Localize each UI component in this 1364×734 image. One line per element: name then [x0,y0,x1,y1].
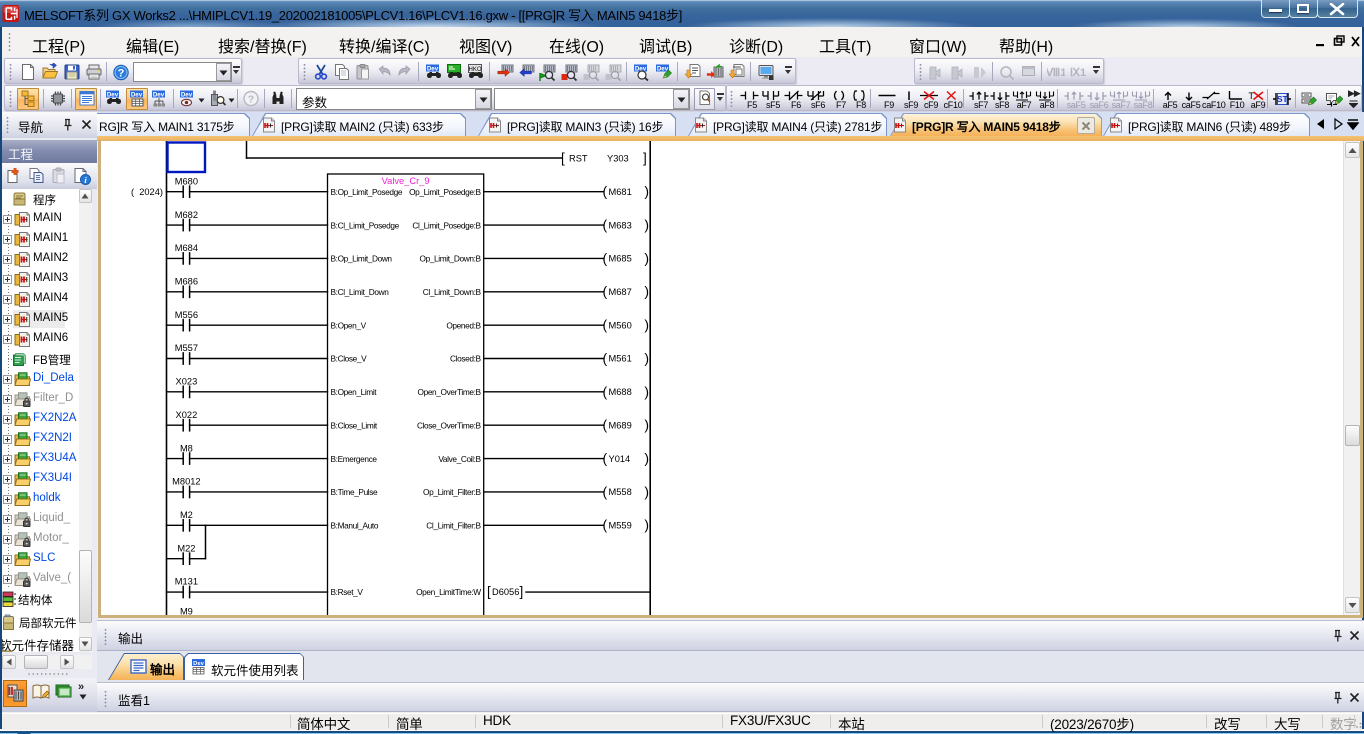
svg-text:B:Close_V: B:Close_V [331,353,368,363]
svg-text:): ) [644,283,649,299]
svg-text:[: [ [487,584,491,599]
svg-text:Dev: Dev [427,66,439,73]
svg-text:Closed:B: Closed:B [450,353,481,363]
svg-text:B:Open_Limit: B:Open_Limit [331,387,378,397]
svg-text:(: ( [603,416,608,432]
svg-text:): ) [644,316,649,332]
svg-text:): ) [644,416,649,432]
svg-text:(: ( [603,383,608,399]
svg-text:Op_Limit_Filter:B: Op_Limit_Filter:B [423,487,481,497]
svg-text:M557: M557 [175,343,198,353]
svg-text:M131: M131 [175,576,198,586]
svg-text:[: [ [561,150,565,165]
svg-text:M685: M685 [609,253,632,263]
svg-text:M688: M688 [609,387,632,397]
svg-text:M689: M689 [609,420,632,430]
svg-text:): ) [644,249,649,265]
svg-text:Opened:B: Opened:B [446,320,481,330]
svg-text:M684: M684 [175,243,198,253]
svg-text:B:Op_Limit_Posedge: B:Op_Limit_Posedge [331,186,403,196]
svg-text:(: ( [603,449,608,465]
svg-text:Valve_Coil:B: Valve_Coil:B [438,453,481,463]
svg-text:B:Time_Pulse: B:Time_Pulse [331,487,379,497]
svg-text:M8: M8 [180,443,193,453]
svg-text:M9: M9 [180,606,193,615]
svg-text:M560: M560 [609,320,632,330]
svg-text:B:Op_Limit_Down: B:Op_Limit_Down [331,253,393,263]
svg-text:(: ( [603,283,608,299]
svg-text:Y014: Y014 [609,453,631,463]
svg-text:B:Open_V: B:Open_V [331,320,367,330]
svg-text:Dev: Dev [107,92,119,99]
svg-text:Ⅷ1: Ⅷ1 [1047,67,1065,79]
svg-text:B:Cl_Limit_Posedge: B:Cl_Limit_Posedge [331,220,400,230]
svg-text:M561: M561 [609,353,632,363]
svg-text:]: ] [643,150,647,165]
svg-text:M682: M682 [175,209,198,219]
svg-text:Cl_Limit_Filter:B: Cl_Limit_Filter:B [426,520,481,530]
svg-text:(: ( [603,349,608,365]
svg-text:ST: ST [1277,94,1289,104]
svg-text:M22: M22 [177,543,195,553]
svg-text:M687: M687 [609,286,632,296]
svg-text:M8012: M8012 [172,476,200,486]
svg-text:): ) [644,383,649,399]
svg-text:): ) [644,516,649,532]
svg-text:Cl_Limit_Posedge:B: Cl_Limit_Posedge:B [412,220,481,230]
svg-text:Cl_Limit_Down:B: Cl_Limit_Down:B [423,286,482,296]
svg-text:(: ( [603,516,608,532]
svg-text:Close_OverTime:B: Close_OverTime:B [417,420,482,430]
svg-text:B:Rset_V: B:Rset_V [331,587,364,597]
svg-text:M681: M681 [609,186,632,196]
svg-text:(: ( [603,216,608,232]
svg-text:Op_Limit_Posedge:B: Op_Limit_Posedge:B [409,186,481,196]
svg-text:Valve_Cr_9: Valve_Cr_9 [382,176,430,186]
svg-text:?: ? [248,94,254,106]
svg-text:D6056: D6056 [492,587,519,597]
svg-text:B:Emergence: B:Emergence [331,453,378,463]
svg-text:Y303: Y303 [607,153,629,163]
svg-text:M558: M558 [609,487,632,497]
svg-text:Op_Limit_Down:B: Op_Limit_Down:B [420,253,482,263]
svg-text:( 2024): ( 2024) [131,187,163,197]
svg-text:RST: RST [569,153,588,163]
svg-text:): ) [644,216,649,232]
svg-text:Ⅸ1: Ⅸ1 [1070,67,1086,79]
svg-text:X022: X022 [176,409,198,419]
svg-text:(: ( [603,183,608,199]
svg-text:): ) [644,183,649,199]
svg-text:): ) [644,349,649,365]
svg-text:B:Manul_Auto: B:Manul_Auto [331,520,379,530]
svg-text:(: ( [603,483,608,499]
svg-text:B:Cl_Limit_Down: B:Cl_Limit_Down [331,286,390,296]
svg-text:(: ( [603,249,608,265]
svg-text:M2: M2 [180,510,193,520]
svg-text:Open_OverTime:B: Open_OverTime:B [418,387,482,397]
svg-text:M559: M559 [609,520,632,530]
svg-text:(: ( [603,316,608,332]
svg-text:M686: M686 [175,276,198,286]
svg-text:Dev: Dev [153,92,165,99]
svg-text:Dev: Dev [193,661,204,667]
svg-text:M683: M683 [609,220,632,230]
svg-text:]: ] [520,584,524,599]
svg-text:?: ? [118,68,125,80]
svg-text:): ) [644,449,649,465]
svg-text:B:Close_Limit: B:Close_Limit [331,420,378,430]
svg-text:X023: X023 [176,376,198,386]
svg-text:Dev: Dev [131,92,143,99]
svg-text:Open_LimitTime:W: Open_LimitTime:W [416,587,481,597]
svg-text:Dev: Dev [181,92,193,99]
svg-text:): ) [644,483,649,499]
svg-text:M556: M556 [175,309,198,319]
svg-text:M680: M680 [175,176,198,186]
